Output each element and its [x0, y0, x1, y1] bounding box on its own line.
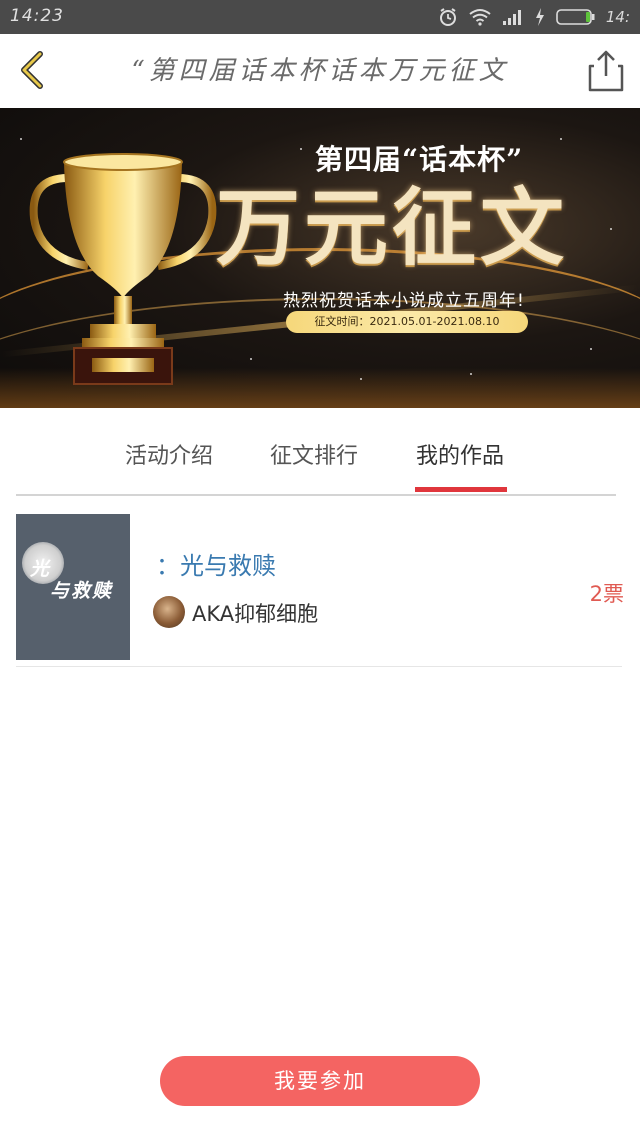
book-cover: 光 与救赎 [16, 514, 130, 660]
trophy-icon [29, 153, 217, 385]
status-bar: 14:23 14: [0, 0, 640, 34]
list-item[interactable]: 光 与救赎 ：光与救赎 AKA抑郁细胞 2票 [16, 512, 624, 667]
banner-date-range: 征文时间：2021.05.01-2021.08.10 [286, 311, 528, 333]
banner-main-title: 万元征文 [216, 178, 569, 277]
tab-bar: 活动介绍 征文排行 我的作品 [16, 412, 616, 496]
share-button[interactable] [586, 46, 626, 94]
charging-icon [535, 8, 544, 26]
active-tab-indicator [415, 487, 507, 492]
avatar [153, 596, 185, 628]
battery-text: 14: [605, 8, 630, 26]
tab-activity-intro[interactable]: 活动介绍 [125, 438, 213, 470]
tab-ranking[interactable]: 征文排行 [270, 438, 358, 470]
banner-tagline: 热烈祝贺话本小说成立五周年! [283, 291, 525, 311]
page-title: “第四届话本杯话本万元征文 [131, 56, 509, 86]
wifi-icon [469, 9, 491, 26]
banner-subtitle: 第四届“话本杯” [315, 143, 524, 176]
status-icons: 14: [438, 5, 630, 29]
entry-author: AKA抑郁细胞 [192, 602, 319, 626]
chevron-left-icon [21, 51, 43, 89]
entry-title[interactable]: ：光与救赎 [156, 546, 276, 581]
event-banner: 第四届“话本杯” 万元征文 热烈祝贺话本小说成立五周年! 征文时间：2021.0… [0, 108, 640, 408]
tab-my-works[interactable]: 我的作品 [416, 438, 504, 470]
status-time: 14:23 [10, 6, 64, 26]
share-icon [588, 50, 624, 92]
back-button[interactable] [14, 48, 54, 92]
alarm-icon [439, 8, 456, 26]
battery-icon [556, 9, 595, 25]
title-bar: “第四届话本杯话本万元征文 [0, 34, 640, 106]
cover-text-1: 光 [30, 558, 51, 580]
cover-text-2: 与救赎 [50, 580, 114, 602]
join-button[interactable]: 我要参加 [160, 1056, 480, 1106]
signal-icon [502, 10, 521, 25]
entry-votes: 2票 [589, 582, 624, 606]
